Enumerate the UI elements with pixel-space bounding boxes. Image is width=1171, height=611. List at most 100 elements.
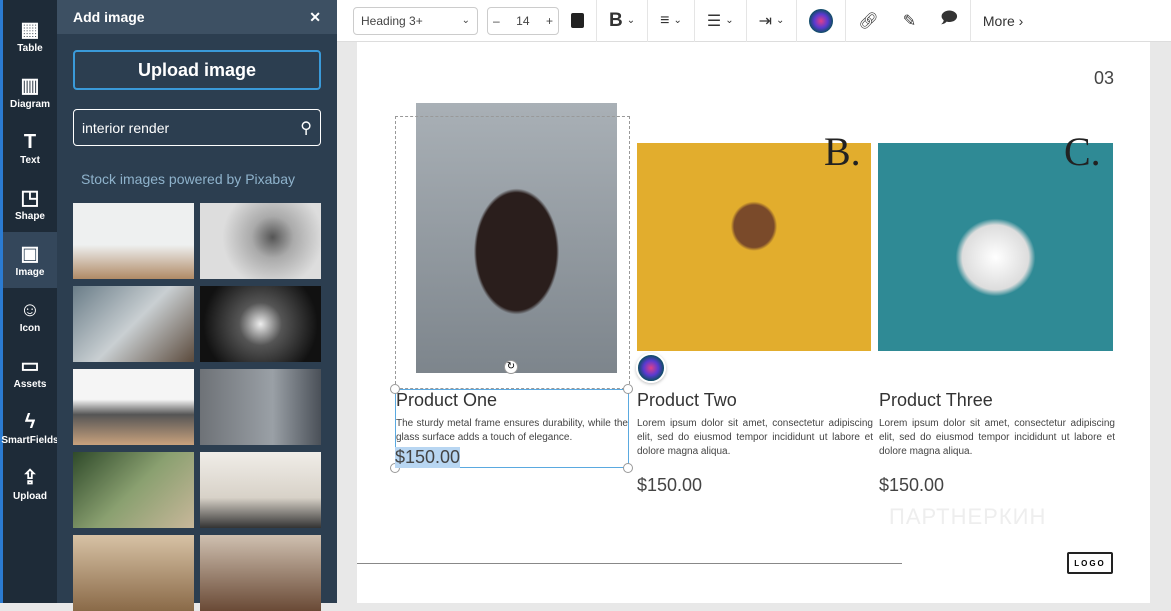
rail-image[interactable]: ▣ Image <box>3 232 57 288</box>
indent-button[interactable]: ⇥ ⌄ <box>747 0 798 42</box>
align-button[interactable]: ≡ ⌄ <box>648 0 695 42</box>
rotate-icon[interactable]: ↻ <box>504 360 518 374</box>
chevron-down-icon: ⌄ <box>461 15 470 26</box>
text-style-select[interactable]: Heading 3+ ⌄ <box>353 6 478 35</box>
chart-icon: ▥ <box>20 74 40 97</box>
search-input[interactable] <box>82 119 282 136</box>
list-icon: ☰ <box>706 12 722 30</box>
rail-label: Assets <box>13 378 47 390</box>
lightning-icon: ϟ <box>24 410 36 433</box>
chevron-down-icon: ⌄ <box>776 15 785 26</box>
indent-icon: ⇥ <box>758 12 772 30</box>
image-thumbnail[interactable] <box>200 203 321 279</box>
watermark: ПАРТНЕРКИН <box>889 504 1047 529</box>
product-three-letter: C. <box>1064 129 1101 174</box>
chevron-down-icon: ⌄ <box>673 15 682 26</box>
list-button[interactable]: ☰ ⌄ <box>695 0 747 42</box>
add-image-panel: Add image ✕ Upload image ⚲ Stock images p… <box>57 0 337 611</box>
smiley-icon: ☺ <box>19 298 41 321</box>
rail-label: SmartFields <box>1 434 59 446</box>
decrease-button[interactable]: – <box>493 14 500 28</box>
image-thumbnail[interactable] <box>200 535 321 611</box>
format-painter-button[interactable]: ✎ <box>891 0 928 42</box>
table-icon: ▦ <box>20 18 40 41</box>
image-thumbnail[interactable] <box>73 452 194 528</box>
pixabay-credit[interactable]: Stock images powered by Pixabay <box>81 171 295 187</box>
align-icon: ≡ <box>660 11 670 29</box>
image-thumbnail[interactable] <box>200 452 321 528</box>
divider <box>357 563 902 564</box>
image-icon: ▣ <box>20 242 40 265</box>
image-thumbnail[interactable] <box>200 369 321 445</box>
link-icon: 🔗︎ <box>858 12 879 30</box>
increase-button[interactable]: + <box>546 14 553 28</box>
close-icon[interactable]: ✕ <box>309 9 321 26</box>
rail-table[interactable]: ▦ Table <box>3 8 57 64</box>
panel-title: Add image <box>73 9 145 25</box>
add-comment-button[interactable]: 🗩︎ <box>928 0 971 42</box>
comment-plus-icon: 🗩︎ <box>940 10 958 27</box>
product-two-letter: B. <box>824 129 861 174</box>
rail-text[interactable]: T Text <box>3 120 57 176</box>
resize-handle[interactable] <box>623 463 633 473</box>
rail-shape[interactable]: ◳ Shape <box>3 176 57 232</box>
font-size-stepper[interactable]: – 14 + <box>487 6 559 35</box>
ai-assistant-icon[interactable] <box>636 353 666 383</box>
resize-handle[interactable] <box>623 384 633 394</box>
rail-upload[interactable]: ⇪ Upload <box>3 456 57 512</box>
upload-icon: ⇪ <box>21 466 39 489</box>
bold-button[interactable]: B ⌄ <box>597 0 649 42</box>
upload-image-button[interactable]: Upload image <box>73 50 321 90</box>
more-button[interactable]: More › <box>971 0 1035 42</box>
text-color-button[interactable] <box>559 0 597 42</box>
image-thumbnail[interactable] <box>73 369 194 445</box>
chevron-down-icon: ⌄ <box>626 15 636 26</box>
rail-diagram[interactable]: ▥ Diagram <box>3 64 57 120</box>
search-box: ⚲ <box>73 109 321 146</box>
link-button[interactable]: 🔗︎ <box>846 0 890 42</box>
image-thumbnail[interactable] <box>73 286 194 362</box>
bold-icon: B <box>609 9 623 31</box>
image-thumbnail[interactable] <box>73 203 194 279</box>
image-thumbnail[interactable] <box>200 286 321 362</box>
logo-placeholder[interactable]: LOGO <box>1067 552 1113 574</box>
ai-logo-icon <box>809 8 834 33</box>
rail-label: Upload <box>13 490 47 502</box>
image-selection-frame <box>395 116 630 389</box>
text-style-value: Heading 3+ <box>361 13 423 28</box>
chevron-down-icon: ⌄ <box>725 15 734 26</box>
format-toolbar: Heading 3+ ⌄ –14 + B ⌄ ≡ ⌄ ☰ ⌄ ⇥ ⌄ 🔗︎ ✎ 🗩︎ Mor… <box>337 0 1171 42</box>
font-size-value[interactable]: 14 <box>516 14 529 28</box>
rail-label: Shape <box>14 210 45 222</box>
rail-label: Table <box>17 42 43 54</box>
search-icon[interactable]: ⚲ <box>300 118 312 138</box>
product-description[interactable]: The sturdy metal frame ensures durabilit… <box>396 417 628 445</box>
rail-icon[interactable]: ☺ Icon <box>3 288 57 344</box>
text-icon: T <box>23 130 37 153</box>
product-price[interactable]: $150.00 <box>395 447 461 468</box>
left-rail: ▦ Table ▥ Diagram T Text ◳ Shape ▣ Image ☺ Ico… <box>0 0 59 603</box>
brush-icon: ✎ <box>902 12 917 30</box>
product-title[interactable]: Product Three <box>879 390 993 411</box>
image-thumbnail[interactable] <box>73 535 194 611</box>
color-swatch-icon <box>571 13 584 28</box>
shape-icon: ◳ <box>20 186 40 209</box>
folder-icon: ▭ <box>20 354 40 377</box>
page-number: 03 <box>1093 68 1114 88</box>
product-title[interactable]: Product One <box>396 390 497 411</box>
product-title[interactable]: Product Two <box>637 390 737 411</box>
ai-assistant-button[interactable] <box>797 0 847 42</box>
rail-label: Image <box>15 266 45 278</box>
image-results <box>73 203 323 611</box>
product-price[interactable]: $150.00 <box>637 475 702 496</box>
panel-header: Add image ✕ <box>57 0 337 34</box>
rail-assets[interactable]: ▭ Assets <box>3 344 57 400</box>
product-price[interactable]: $150.00 <box>879 475 944 496</box>
document-page: 03 B. C. ↻ Product One The sturdy metal … <box>357 42 1150 603</box>
product-description[interactable]: Lorem ipsum dolor sit amet, consectetur … <box>637 417 873 459</box>
rail-label: Text <box>20 154 40 166</box>
rail-label: Icon <box>19 322 41 334</box>
product-description[interactable]: Lorem ipsum dolor sit amet, consectetur … <box>879 417 1115 459</box>
rail-label: Diagram <box>9 98 50 110</box>
rail-smartfields[interactable]: ϟ SmartFields <box>1 400 59 456</box>
